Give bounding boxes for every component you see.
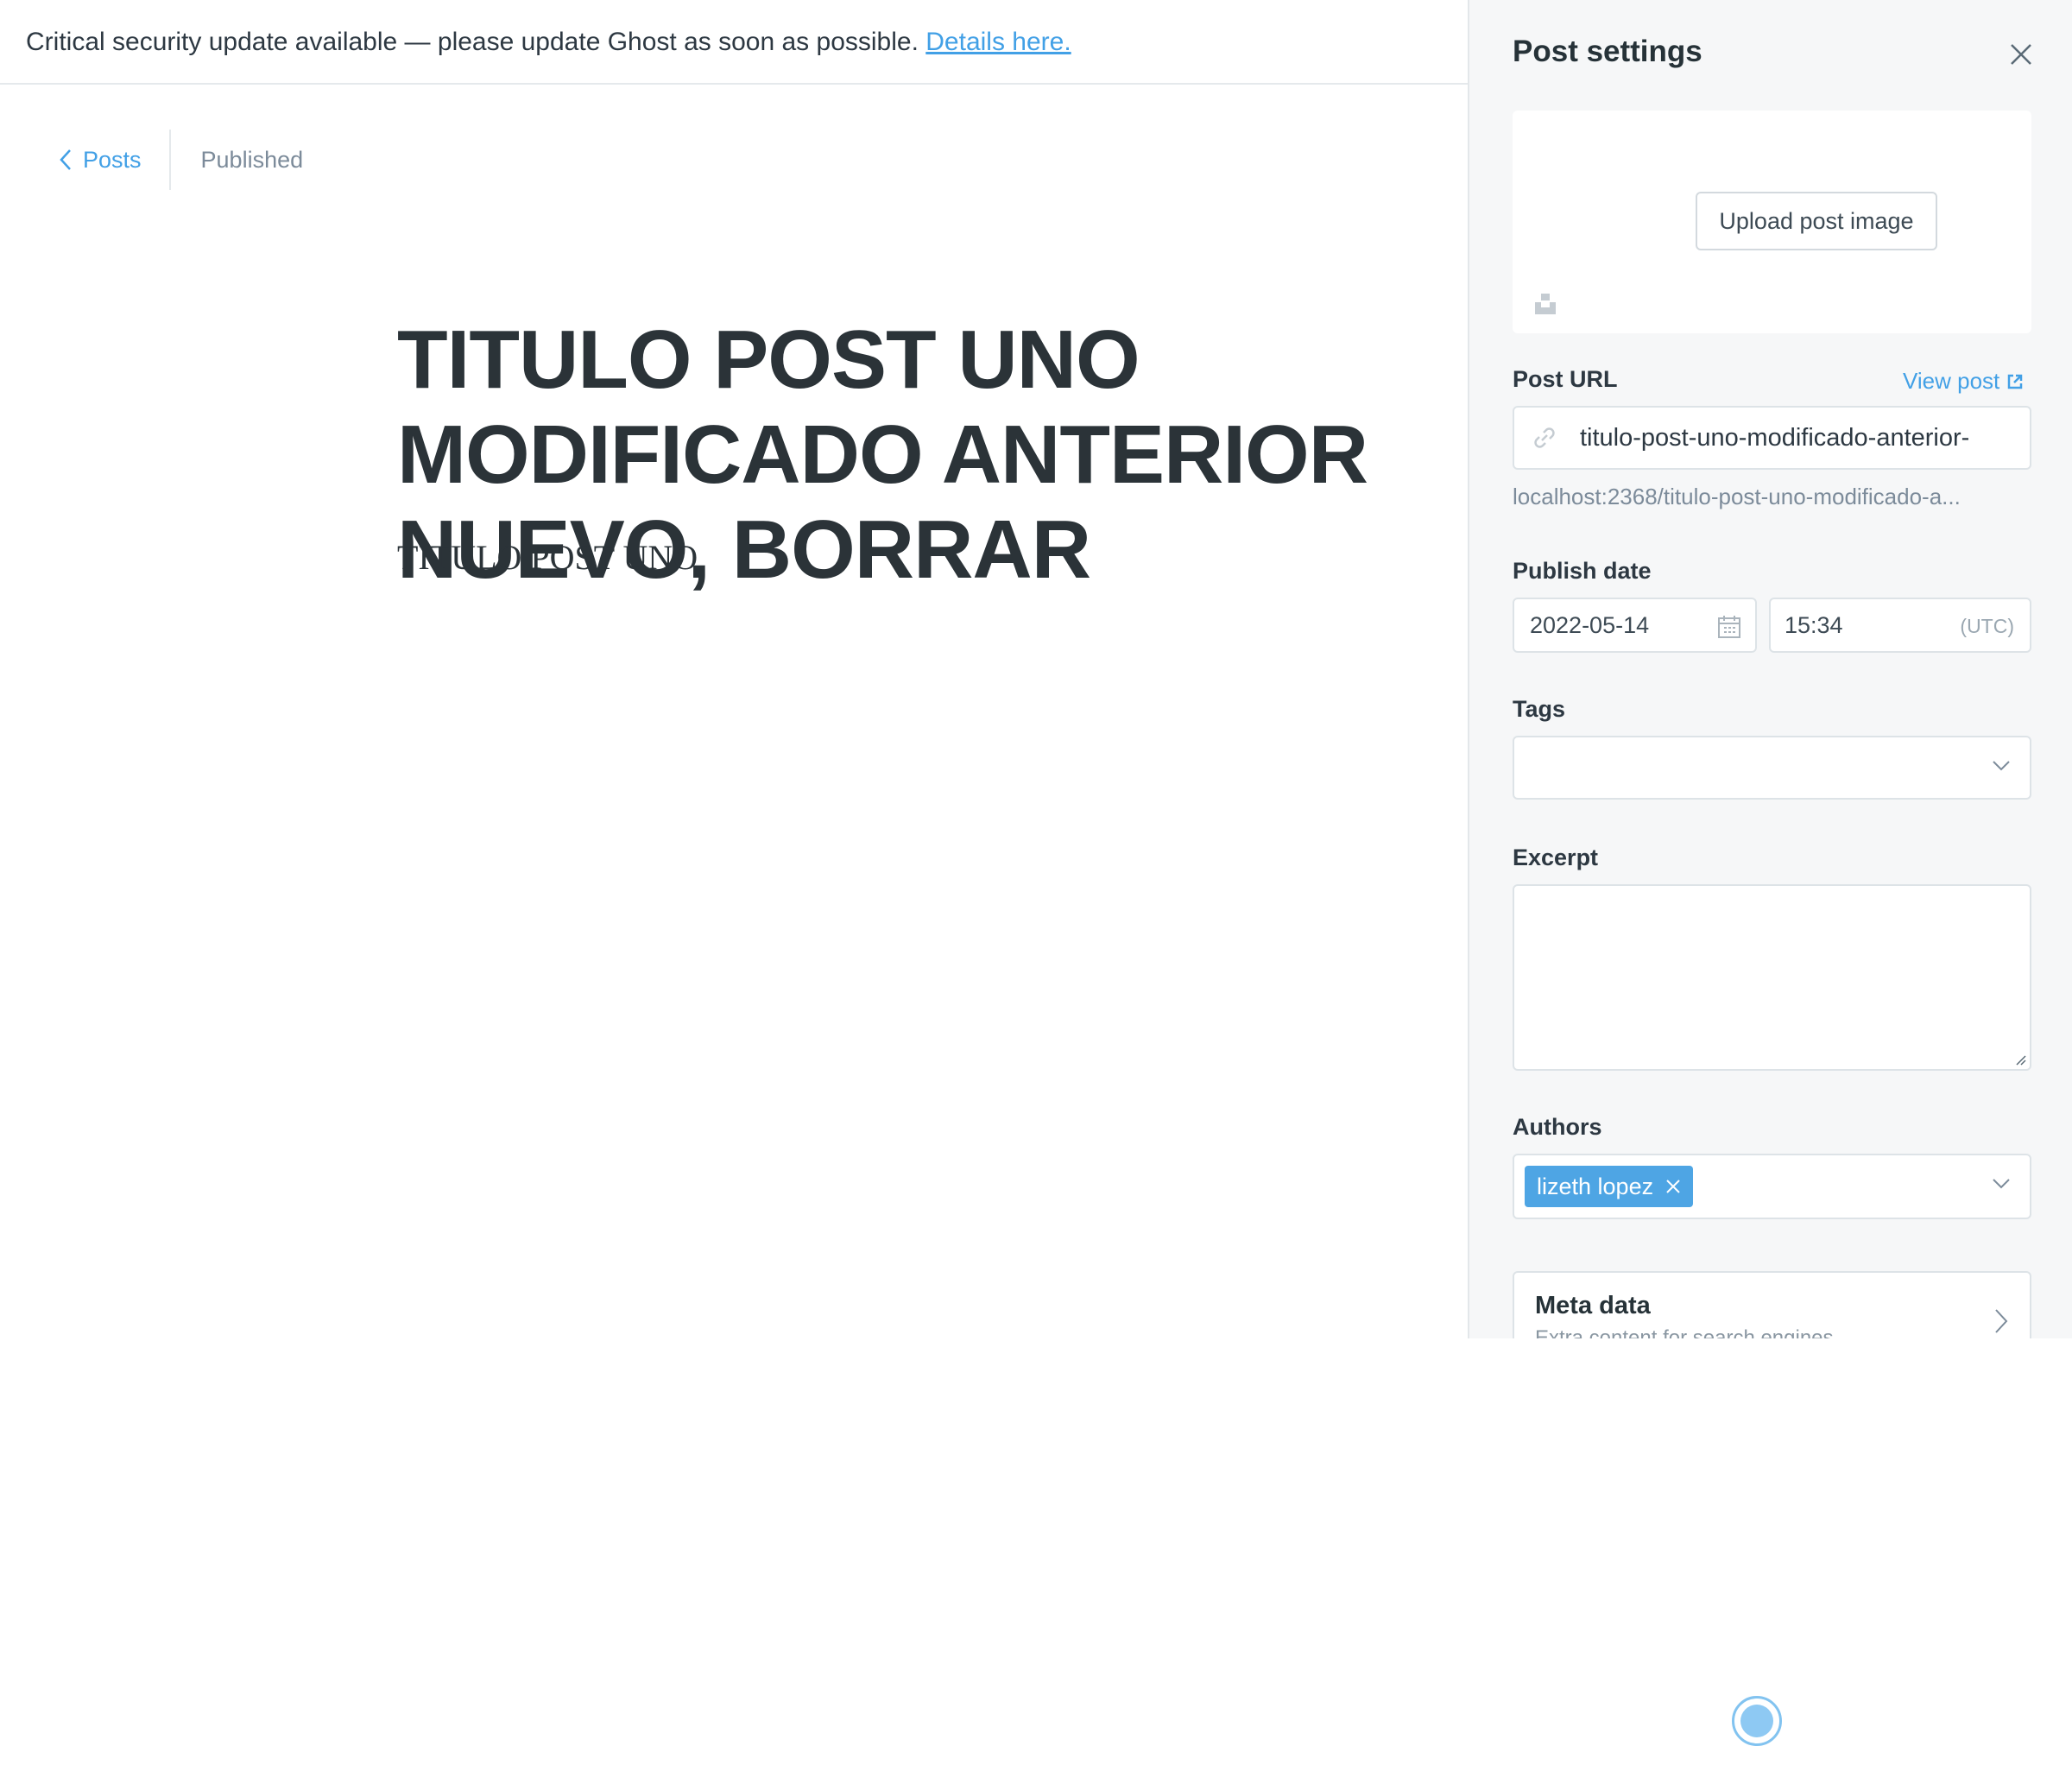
- excerpt-label: Excerpt: [1513, 845, 1599, 870]
- upload-post-image-button[interactable]: Upload post image: [1696, 192, 1937, 250]
- cursor-indicator: [1732, 1696, 1782, 1746]
- post-settings-panel: Post settings Upload post image Post URL…: [1468, 0, 2072, 1338]
- breadcrumb: Posts Published: [59, 130, 303, 190]
- chevron-down-icon: [1993, 761, 2010, 771]
- author-name: lizeth lopez: [1537, 1173, 1654, 1199]
- chevron-right-icon: [1995, 1309, 2008, 1333]
- post-image-dropzone[interactable]: Upload post image: [1513, 111, 2031, 333]
- resize-handle-icon[interactable]: [2014, 1053, 2026, 1066]
- post-body[interactable]: TITULO POST UNO: [397, 537, 698, 578]
- publish-date-label: Publish date: [1513, 558, 1652, 584]
- tags-label: Tags: [1513, 696, 1566, 722]
- authors-label: Authors: [1513, 1114, 1602, 1140]
- panel-title: Post settings: [1513, 35, 1702, 68]
- authors-select[interactable]: lizeth lopez: [1513, 1154, 2031, 1219]
- banner-message: Critical security update available — ple…: [26, 28, 919, 56]
- publish-date-input[interactable]: [1530, 611, 1702, 639]
- close-button[interactable]: [2005, 38, 2037, 71]
- meta-data-subtitle: Extra content for search engines: [1535, 1326, 1834, 1338]
- calendar-icon[interactable]: [1717, 615, 1741, 639]
- back-to-posts-link[interactable]: Posts: [59, 130, 171, 190]
- chevron-down-icon: [1993, 1179, 2010, 1189]
- tags-select[interactable]: [1513, 736, 2031, 800]
- post-url-field[interactable]: [1513, 406, 2031, 470]
- external-link-icon: [2008, 374, 2023, 389]
- editor-area: Critical security update available — ple…: [0, 0, 1468, 1338]
- post-url-label: Post URL: [1513, 366, 1618, 392]
- security-banner: Critical security update available — ple…: [0, 0, 1468, 85]
- publish-date-field[interactable]: [1513, 598, 1757, 653]
- post-url-input[interactable]: [1580, 423, 2029, 452]
- view-post-label: View post: [1903, 368, 2000, 394]
- publish-time-field[interactable]: (UTC): [1769, 598, 2031, 653]
- post-full-url: localhost:2368/titulo-post-uno-modificad…: [1513, 484, 1961, 509]
- link-icon: [1534, 427, 1555, 448]
- close-icon: [2011, 44, 2031, 65]
- remove-author-icon[interactable]: [1665, 1179, 1681, 1194]
- chevron-left-icon: [60, 149, 71, 170]
- publish-time-input[interactable]: [1785, 611, 1914, 639]
- view-post-link[interactable]: View post: [1903, 368, 2024, 395]
- unsplash-icon[interactable]: [1533, 292, 1557, 316]
- back-label: Posts: [83, 146, 142, 173]
- excerpt-textarea[interactable]: [1514, 886, 2030, 1069]
- post-status: Published: [200, 146, 304, 173]
- meta-data-title: Meta data: [1535, 1292, 1651, 1319]
- author-chip[interactable]: lizeth lopez: [1525, 1166, 1694, 1207]
- meta-data-card[interactable]: Meta data Extra content for search engin…: [1513, 1271, 2031, 1338]
- timezone-label: (UTC): [1960, 615, 2014, 637]
- banner-details-link[interactable]: Details here.: [925, 28, 1071, 56]
- excerpt-field[interactable]: [1513, 884, 2031, 1071]
